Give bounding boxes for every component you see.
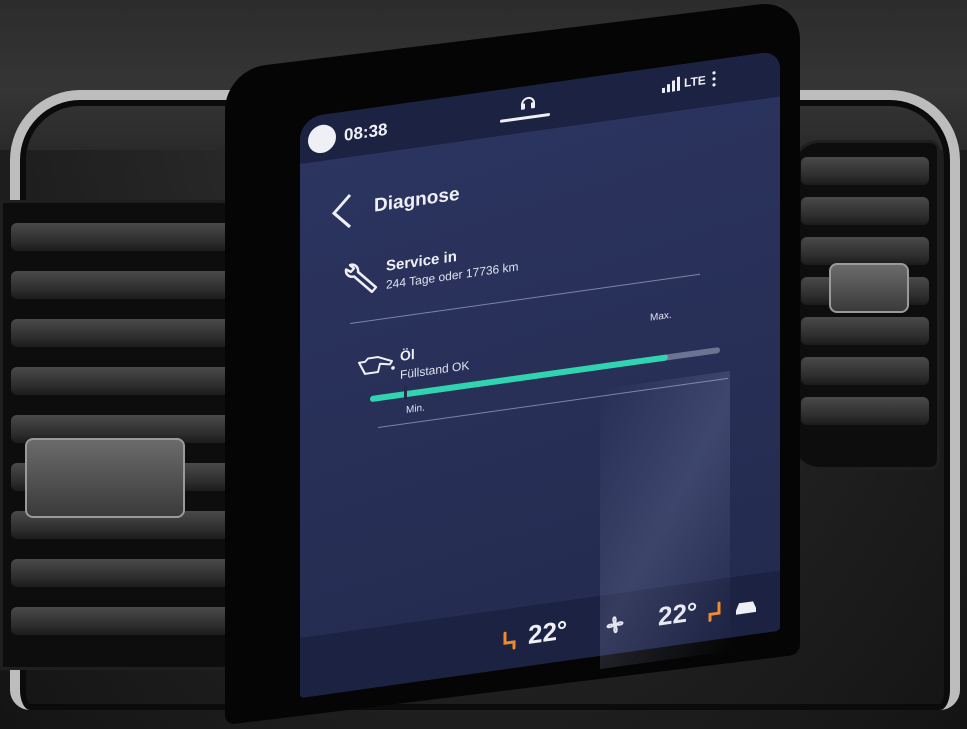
network-label: LTE bbox=[684, 72, 706, 91]
wrench-icon bbox=[344, 263, 378, 294]
temp-left[interactable]: 22° bbox=[528, 614, 567, 651]
page-title: Diagnose bbox=[374, 183, 460, 217]
center-display: 08:38 LTE Diagnose Service in 244 Tage o… bbox=[300, 50, 780, 698]
active-tab-indicator bbox=[500, 112, 550, 123]
divider bbox=[378, 377, 728, 429]
more-icon[interactable] bbox=[712, 71, 716, 88]
temp-right[interactable]: 22° bbox=[658, 596, 697, 633]
avatar-icon[interactable] bbox=[308, 122, 336, 155]
oil-title: Öl bbox=[400, 345, 415, 364]
signal-icon bbox=[662, 76, 680, 94]
oil-can-icon bbox=[358, 356, 395, 375]
chevron-left-icon[interactable] bbox=[330, 192, 354, 231]
vent-knob-left[interactable] bbox=[25, 438, 185, 518]
vent-knob-right[interactable] bbox=[829, 263, 909, 313]
seat-heat-right-icon[interactable] bbox=[706, 600, 724, 623]
air-vent-left bbox=[0, 200, 250, 670]
car-icon[interactable] bbox=[734, 596, 758, 617]
headset-icon[interactable] bbox=[518, 91, 538, 114]
fan-icon[interactable] bbox=[602, 610, 628, 640]
clock: 08:38 bbox=[344, 119, 388, 145]
min-tick bbox=[404, 385, 407, 401]
seat-heat-left-icon[interactable] bbox=[500, 629, 518, 652]
max-label: Max. bbox=[650, 309, 672, 324]
min-label: Min. bbox=[406, 402, 425, 417]
air-vent-right bbox=[790, 140, 940, 470]
